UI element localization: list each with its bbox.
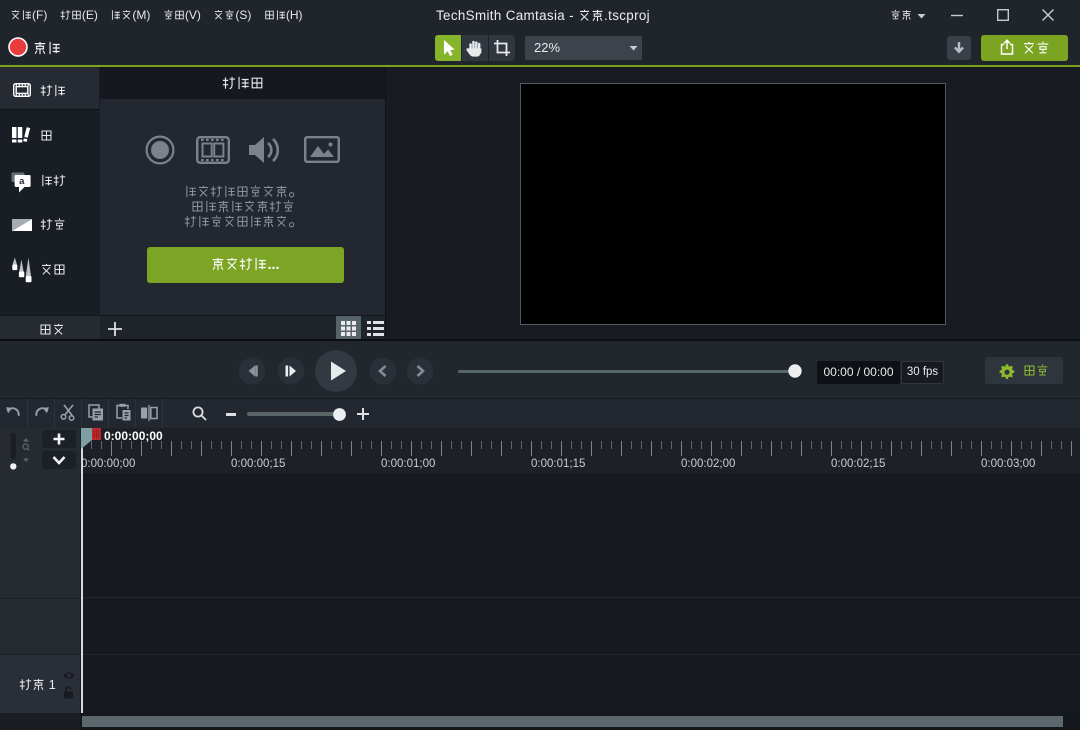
svg-text:a: a	[19, 176, 25, 187]
